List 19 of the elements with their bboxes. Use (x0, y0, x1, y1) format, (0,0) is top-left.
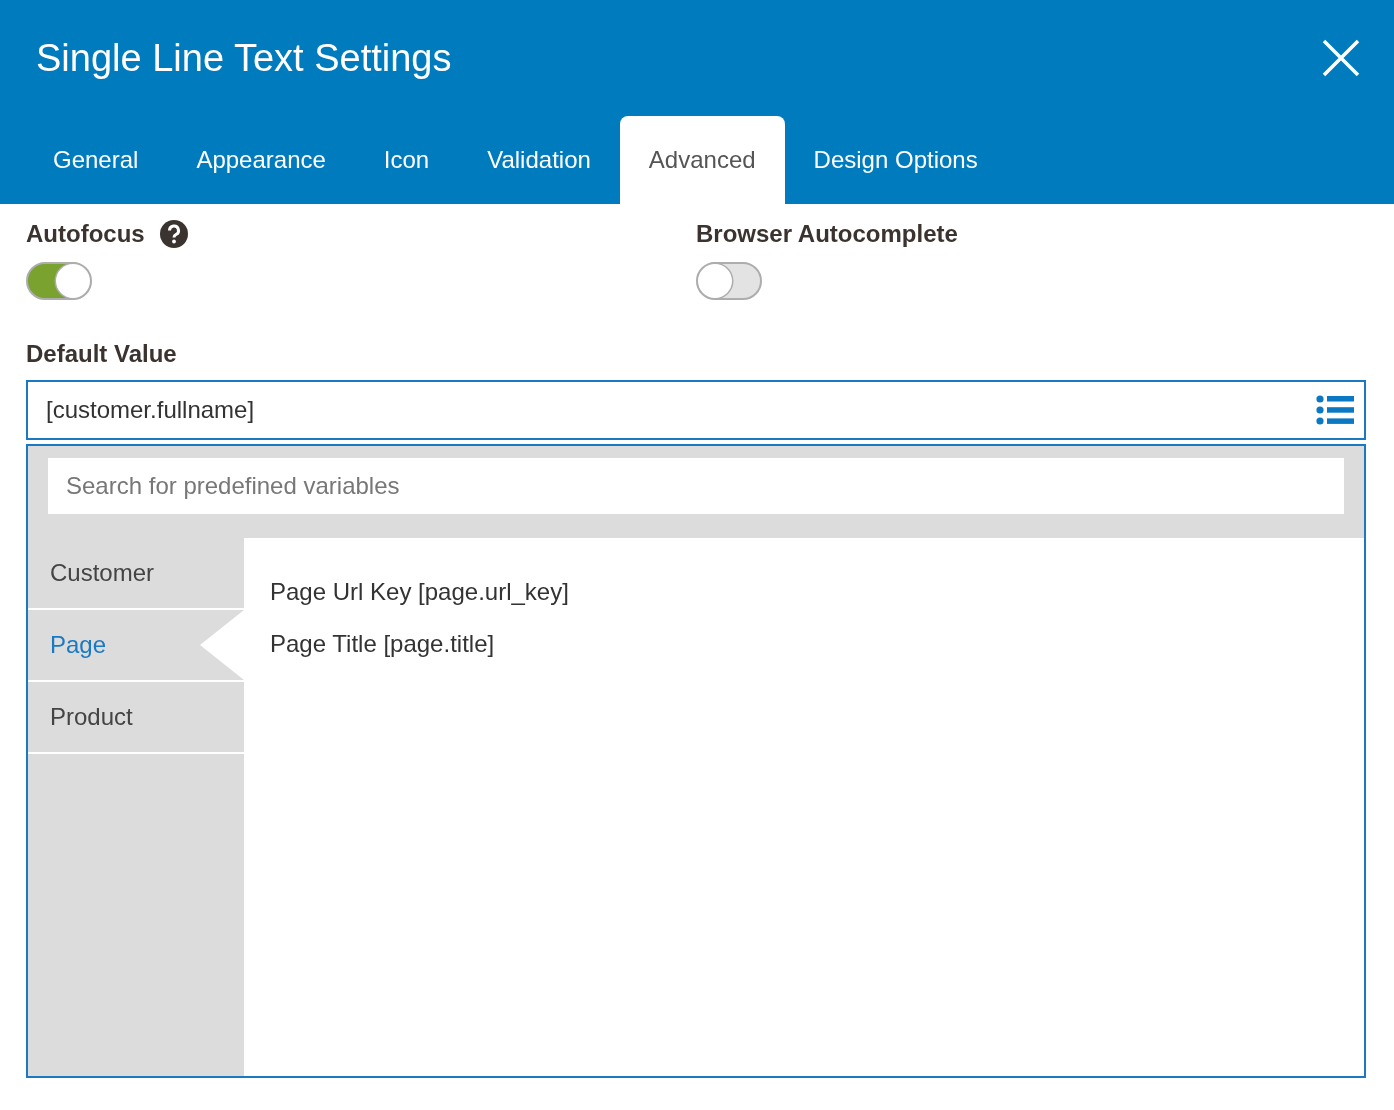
tab[interactable]: Appearance (167, 116, 355, 204)
tab[interactable]: Icon (354, 116, 459, 204)
toggle-label: Autofocus (26, 220, 145, 248)
window-title: Single Line Text Settings (36, 36, 452, 80)
field-label: Default Value (26, 340, 178, 368)
default-value-field[interactable]: [customer.fullname] (26, 380, 1366, 440)
tab[interactable]: Design Options (784, 116, 1007, 204)
close-icon (1322, 39, 1360, 77)
variable-item[interactable]: Page Url Key [page.url_key] (270, 566, 1338, 618)
search-field[interactable]: Search for predefined variables (48, 458, 1344, 514)
toggle-switch[interactable] (696, 262, 762, 300)
variable-item[interactable]: Page Title [page.title] (270, 618, 1338, 670)
tab[interactable]: Advanced (619, 116, 785, 204)
tab[interactable]: Validation (458, 116, 620, 204)
tab[interactable]: General (24, 116, 168, 204)
help-icon[interactable] (158, 219, 189, 249)
toggle-label: Browser Autocomplete (696, 220, 958, 248)
list-icon[interactable] (1316, 395, 1354, 425)
toggle-switch[interactable] (26, 262, 92, 300)
